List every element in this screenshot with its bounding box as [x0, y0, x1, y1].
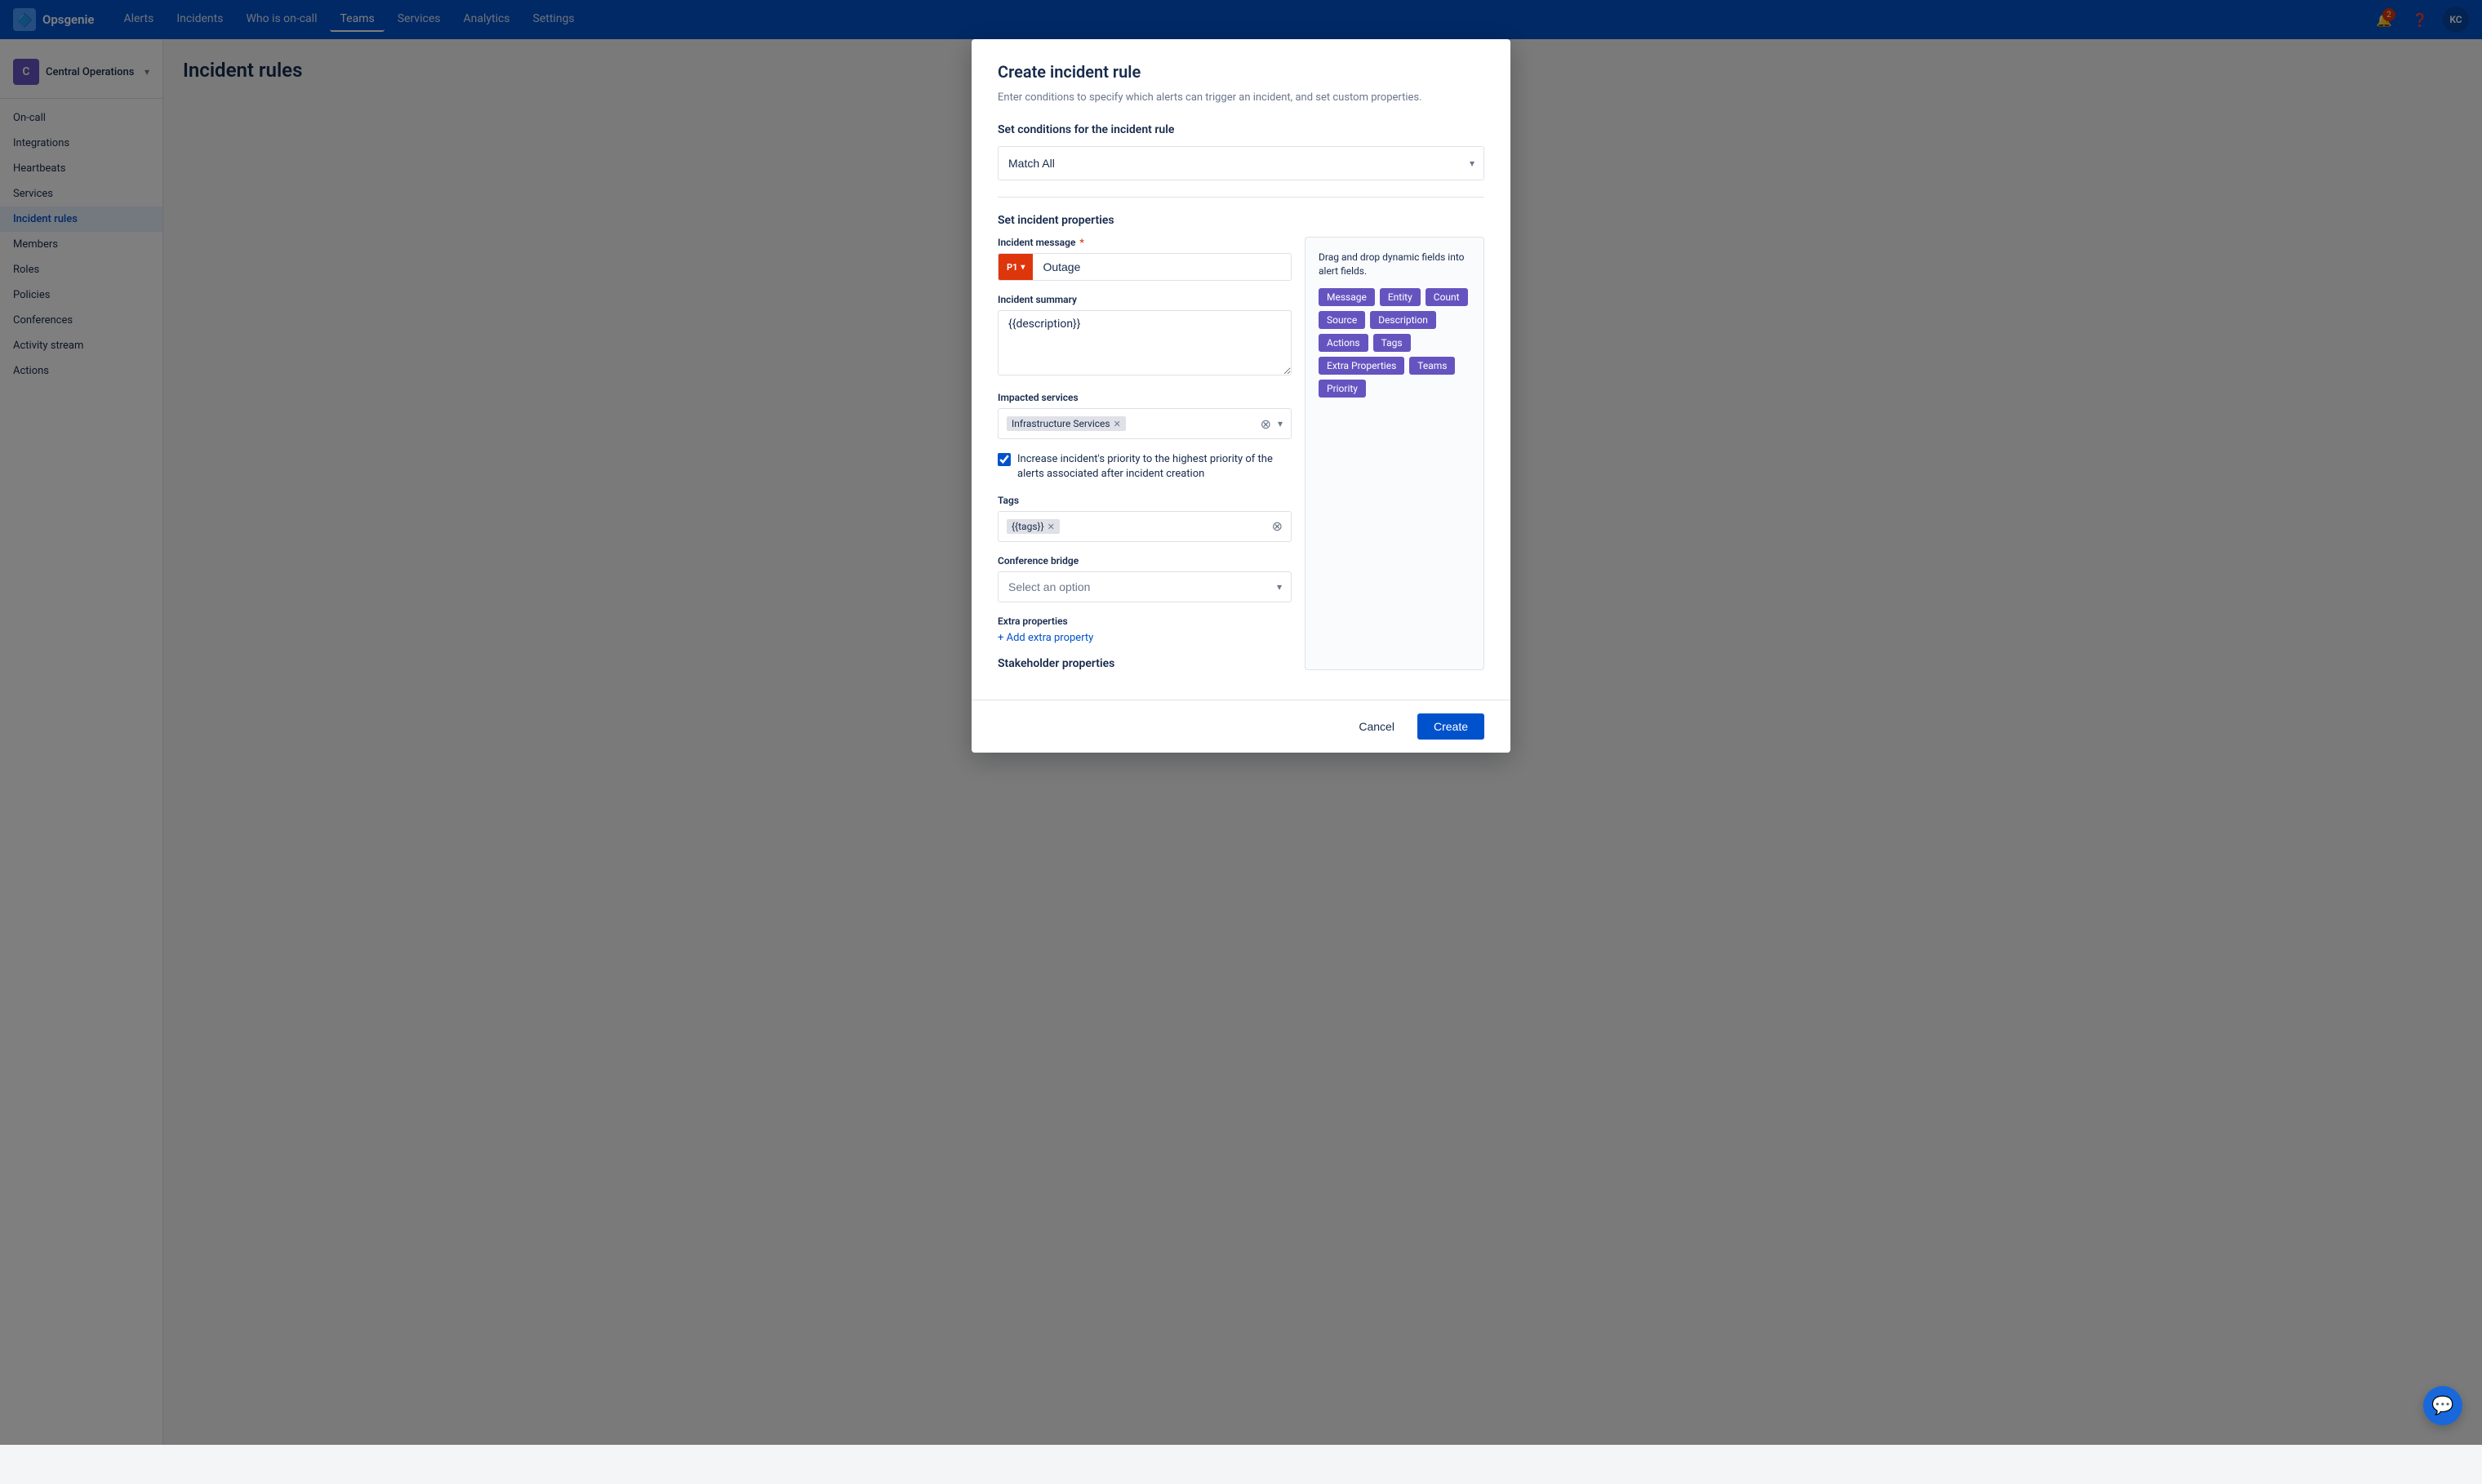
add-extra-property-link[interactable]: + Add extra property: [998, 632, 1292, 644]
priority-checkbox-label: Increase incident's priority to the high…: [1017, 452, 1292, 482]
dynamic-tag-priority[interactable]: Priority: [1319, 380, 1366, 398]
service-chip-close-icon[interactable]: ✕: [1114, 419, 1121, 429]
match-all-select[interactable]: Match All Match Any: [998, 146, 1484, 180]
properties-row: Incident message * P1 ▾ Incident summa: [998, 237, 1484, 670]
conference-bridge-select[interactable]: Select an option: [998, 571, 1292, 602]
extra-properties-section: Extra properties + Add extra property: [998, 615, 1292, 644]
priority-checkbox[interactable]: [998, 453, 1011, 466]
services-right-controls: ⊗ ▾: [1261, 416, 1283, 432]
impacted-services-group: Impacted services Infrastructure Service…: [998, 392, 1292, 439]
conditions-section-title: Set conditions for the incident rule: [998, 123, 1484, 136]
services-clear-button[interactable]: ⊗: [1261, 416, 1271, 432]
services-dropdown-icon[interactable]: ▾: [1278, 418, 1283, 429]
tag-chip-close-icon[interactable]: ✕: [1048, 522, 1055, 532]
dynamic-tag-teams[interactable]: Teams: [1409, 357, 1455, 375]
required-indicator: *: [1077, 237, 1083, 248]
properties-section-title: Set incident properties: [998, 214, 1484, 227]
stakeholder-properties-title: Stakeholder properties: [998, 657, 1292, 670]
incident-summary-group: Incident summary {{description}}: [998, 294, 1292, 379]
modal-footer: Cancel Create: [972, 700, 1510, 753]
conference-bridge-label: Conference bridge: [998, 555, 1292, 566]
dynamic-tag-tags[interactable]: Tags: [1373, 334, 1411, 352]
section-divider-1: [998, 197, 1484, 198]
tags-label: Tags: [998, 495, 1292, 506]
tags-clear-button[interactable]: ⊗: [1272, 520, 1283, 533]
create-button[interactable]: Create: [1417, 713, 1484, 740]
extra-properties-label: Extra properties: [998, 615, 1292, 627]
incident-summary-textarea[interactable]: {{description}}: [998, 310, 1292, 375]
tag-chip-label: {{tags}}: [1012, 521, 1044, 532]
tag-chip: {{tags}} ✕: [1007, 519, 1060, 534]
service-chip-label: Infrastructure Services: [1012, 418, 1110, 429]
dynamic-fields-title: Drag and drop dynamic fields into alert …: [1319, 251, 1470, 278]
incident-message-row: P1 ▾: [998, 253, 1292, 281]
match-all-group: Match All Match Any: [998, 146, 1484, 180]
service-chip: Infrastructure Services ✕: [1007, 416, 1126, 431]
incident-message-label: Incident message *: [998, 237, 1292, 248]
dynamic-tags-container: Message Entity Count Source Description …: [1319, 288, 1470, 398]
priority-checkbox-row: Increase incident's priority to the high…: [998, 452, 1292, 482]
dynamic-fields-panel: Drag and drop dynamic fields into alert …: [1305, 237, 1484, 670]
tags-group: Tags {{tags}} ✕ ⊗: [998, 495, 1292, 542]
incident-summary-label: Incident summary: [998, 294, 1292, 305]
properties-left: Incident message * P1 ▾ Incident summa: [998, 237, 1292, 670]
priority-chevron-icon: ▾: [1021, 263, 1025, 272]
modal-title: Create incident rule: [998, 62, 1484, 82]
dynamic-tag-message[interactable]: Message: [1319, 288, 1375, 306]
create-incident-rule-modal: Create incident rule Enter conditions to…: [972, 39, 1510, 753]
chat-widget-button[interactable]: 💬: [2423, 1386, 2462, 1425]
dynamic-tag-extra-properties[interactable]: Extra Properties: [1319, 357, 1404, 375]
tags-input-wrapper[interactable]: {{tags}} ✕ ⊗: [998, 511, 1292, 542]
priority-label: P1: [1007, 262, 1017, 273]
impacted-services-label: Impacted services: [998, 392, 1292, 403]
priority-badge[interactable]: P1 ▾: [999, 254, 1033, 280]
modal-subtitle: Enter conditions to specify which alerts…: [998, 91, 1484, 104]
incident-message-group: Incident message * P1 ▾: [998, 237, 1292, 281]
conference-bridge-group: Conference bridge Select an option: [998, 555, 1292, 602]
dynamic-tag-entity[interactable]: Entity: [1380, 288, 1421, 306]
incident-message-input[interactable]: [1033, 254, 1291, 280]
modal-body: Create incident rule Enter conditions to…: [972, 39, 1510, 700]
modal-overlay: Create incident rule Enter conditions to…: [0, 0, 2482, 1445]
dynamic-tag-count[interactable]: Count: [1426, 288, 1468, 306]
dynamic-tag-description[interactable]: Description: [1370, 311, 1436, 329]
cancel-button[interactable]: Cancel: [1346, 713, 1408, 740]
dynamic-tag-actions[interactable]: Actions: [1319, 334, 1368, 352]
dynamic-tag-source[interactable]: Source: [1319, 311, 1365, 329]
match-all-select-wrapper: Match All Match Any: [998, 146, 1484, 180]
conference-bridge-select-wrapper: Select an option: [998, 571, 1292, 602]
impacted-services-wrapper[interactable]: Infrastructure Services ✕ ⊗ ▾: [998, 408, 1292, 439]
